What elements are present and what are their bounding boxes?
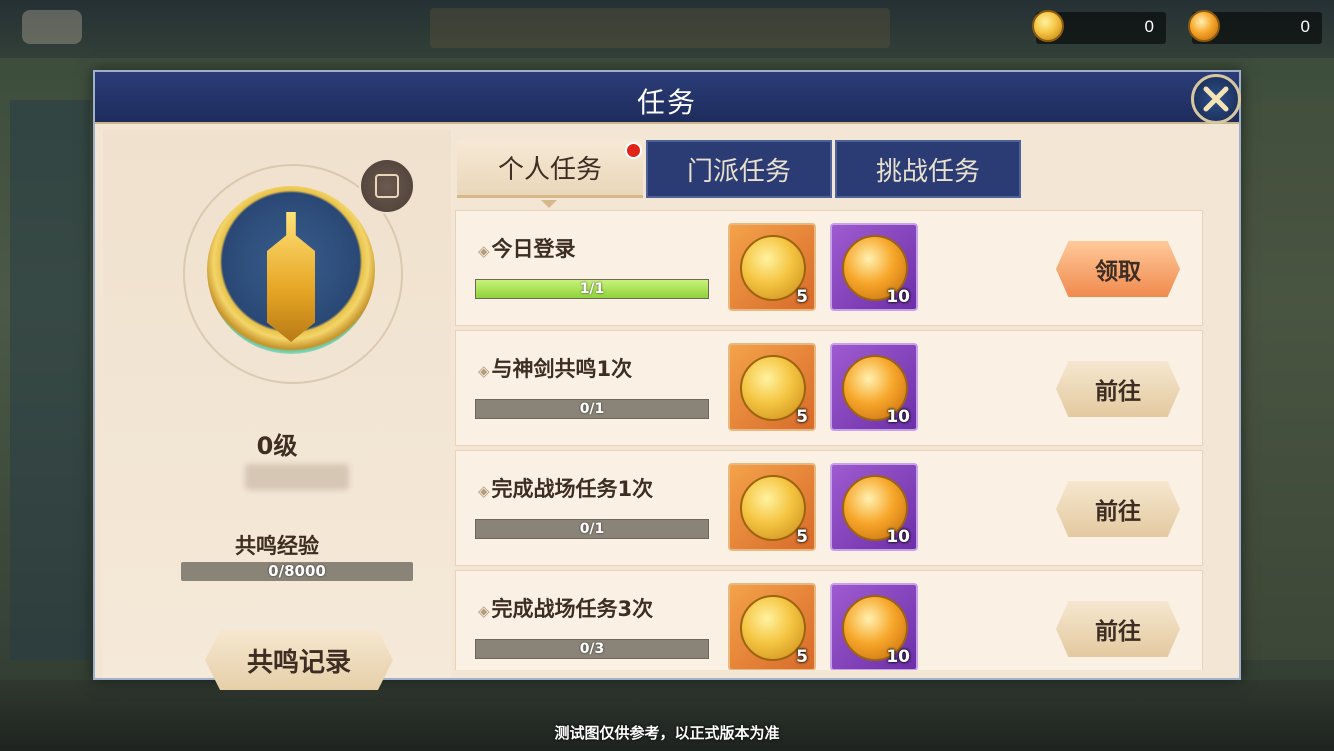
task-row: 完成战场任务1次 0/1 5 10 前往: [455, 450, 1203, 566]
tab-personal-tasks[interactable]: 个人任务: [457, 140, 643, 198]
reward-count: 5: [796, 527, 808, 547]
task-row: 与神剑共鸣1次 0/1 5 10 前往: [455, 330, 1203, 446]
task-title: 今日登录: [478, 233, 576, 263]
reward-flame-medal[interactable]: 10: [830, 463, 918, 551]
reward-count: 10: [886, 527, 910, 547]
reward-gold-medal[interactable]: 5: [728, 343, 816, 431]
go-button[interactable]: 前往: [1056, 361, 1180, 417]
task-row: 完成战场任务3次 0/3 5 10 前往: [455, 570, 1203, 670]
scroll-icon[interactable]: [359, 158, 415, 214]
reward-count: 10: [886, 407, 910, 427]
currency-flame-amount: 0: [1300, 17, 1310, 36]
reward-gold-medal[interactable]: 5: [728, 223, 816, 311]
task-progress-bar: 1/1: [475, 279, 709, 299]
exp-progress-bar: 0/8000: [181, 562, 413, 581]
close-button[interactable]: [1191, 74, 1241, 124]
task-title: 完成战场任务3次: [478, 593, 654, 623]
reward-count: 5: [796, 287, 808, 307]
background-notice: [430, 8, 890, 48]
reward-count: 10: [886, 647, 910, 667]
task-row: 今日登录 1/1 5 10 领取: [455, 210, 1203, 326]
active-tab-indicator: [541, 200, 557, 208]
background-right-panel: [1240, 100, 1334, 660]
footer-disclaimer: 测试图仅供参考，以正式版本为准: [554, 724, 780, 742]
task-progress-text: 0/1: [579, 401, 605, 417]
reward-gold-medal[interactable]: 5: [728, 463, 816, 551]
reward-flame-medal[interactable]: 10: [830, 343, 918, 431]
flame-coin-icon: [1188, 10, 1220, 42]
task-progress-text: 0/1: [579, 521, 605, 537]
profile-panel: 0级 共鸣经验 0/8000 共鸣记录: [103, 130, 451, 690]
task-progress-text: 0/3: [579, 641, 605, 657]
notification-dot: [625, 142, 642, 159]
task-progress-bar: 0/1: [475, 399, 709, 419]
task-title: 完成战场任务1次: [478, 473, 654, 503]
currency-gold: 0: [1032, 10, 1166, 44]
task-dialog: 任务 0级 共鸣经验 0/8000 共鸣记录 个人任务 门派任务 挑战任务 今日…: [93, 70, 1241, 690]
tab-challenge-tasks[interactable]: 挑战任务: [835, 140, 1021, 198]
currency-gold-amount: 0: [1144, 17, 1154, 36]
go-button[interactable]: 前往: [1056, 601, 1180, 657]
gold-coin-icon: [1032, 10, 1064, 42]
player-level: 0级: [256, 432, 298, 460]
resonance-record-button[interactable]: 共鸣记录: [205, 630, 393, 690]
close-icon: [1203, 86, 1229, 112]
background-back-button: [22, 10, 82, 44]
dialog-title: 任务: [636, 86, 697, 119]
task-progress-text: 1/1: [579, 281, 605, 297]
reward-gold-medal[interactable]: 5: [728, 583, 816, 670]
reward-count: 5: [796, 407, 808, 427]
player-name-blurred: [245, 464, 349, 490]
exp-label: 共鸣经验: [235, 534, 319, 558]
reward-count: 5: [796, 647, 808, 667]
task-list[interactable]: 今日登录 1/1 5 10 领取 与神剑共鸣1次 0/1: [455, 210, 1203, 670]
reward-count: 10: [886, 287, 910, 307]
exp-progress-text: 0/8000: [268, 562, 326, 580]
reward-flame-medal[interactable]: 10: [830, 583, 918, 670]
tab-sect-tasks[interactable]: 门派任务: [646, 140, 832, 198]
task-progress-bar: 0/3: [475, 639, 709, 659]
currency-flame: 0: [1188, 10, 1322, 44]
background-left-panel: [10, 100, 90, 660]
task-title: 与神剑共鸣1次: [478, 353, 633, 383]
dialog-header: 任务: [95, 72, 1241, 124]
claim-button[interactable]: 领取: [1056, 241, 1180, 297]
go-button[interactable]: 前往: [1056, 481, 1180, 537]
reward-flame-medal[interactable]: 10: [830, 223, 918, 311]
task-progress-bar: 0/1: [475, 519, 709, 539]
